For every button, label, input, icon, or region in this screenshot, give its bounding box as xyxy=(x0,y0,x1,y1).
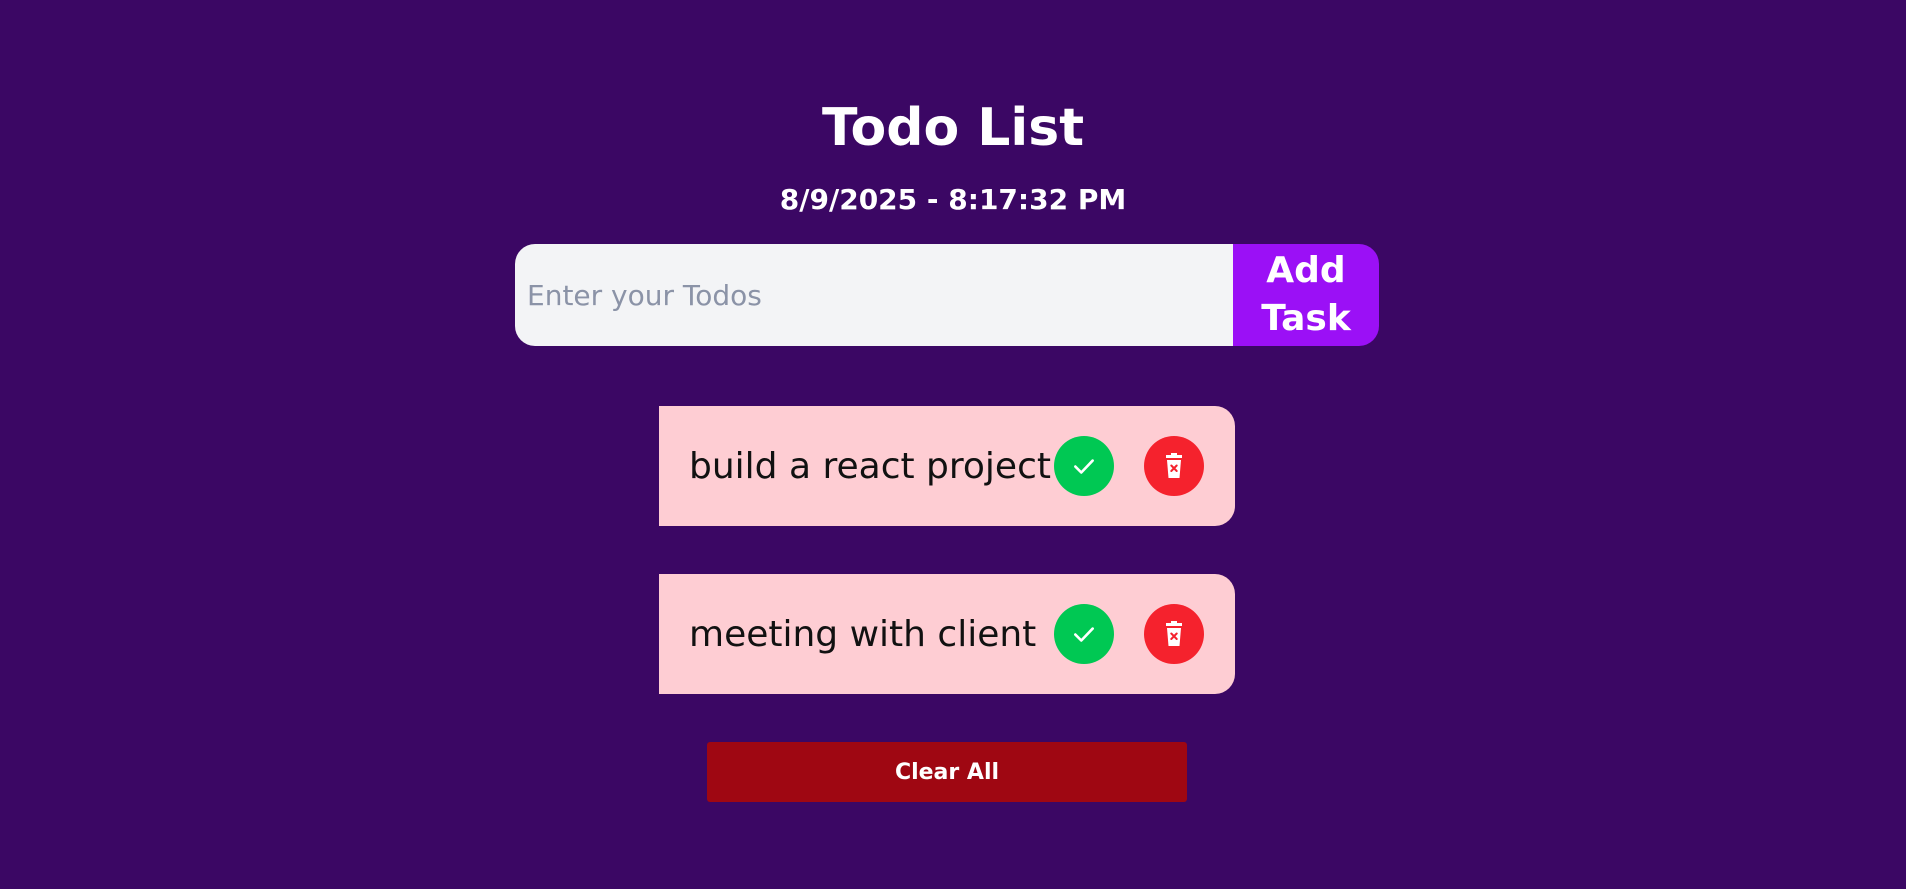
current-datetime: 8/9/2025 - 8:17:32 PM xyxy=(779,183,1127,216)
check-icon xyxy=(1074,627,1094,642)
check-icon xyxy=(1074,459,1094,474)
trash-icon xyxy=(1166,453,1182,478)
todo-list: build a react project meeting with clien… xyxy=(659,406,1235,742)
add-task-button[interactable]: Add Task xyxy=(1233,244,1379,346)
todo-item: build a react project xyxy=(659,406,1235,526)
todo-app: Todo List 8/9/2025 - 8:17:32 PM Add Task… xyxy=(0,0,1906,889)
complete-button[interactable] xyxy=(1054,436,1114,496)
todo-item: meeting with client xyxy=(659,574,1235,694)
delete-button[interactable] xyxy=(1144,604,1204,664)
todo-input[interactable] xyxy=(515,244,1233,346)
page-title: Todo List xyxy=(821,98,1085,158)
todo-text: build a react project xyxy=(689,445,1051,487)
add-todo-form: Add Task xyxy=(515,244,1379,346)
clear-all-button[interactable]: Clear All xyxy=(707,742,1187,802)
complete-button[interactable] xyxy=(1054,604,1114,664)
delete-button[interactable] xyxy=(1144,436,1204,496)
trash-icon xyxy=(1166,621,1182,646)
todo-text: meeting with client xyxy=(689,613,1037,655)
